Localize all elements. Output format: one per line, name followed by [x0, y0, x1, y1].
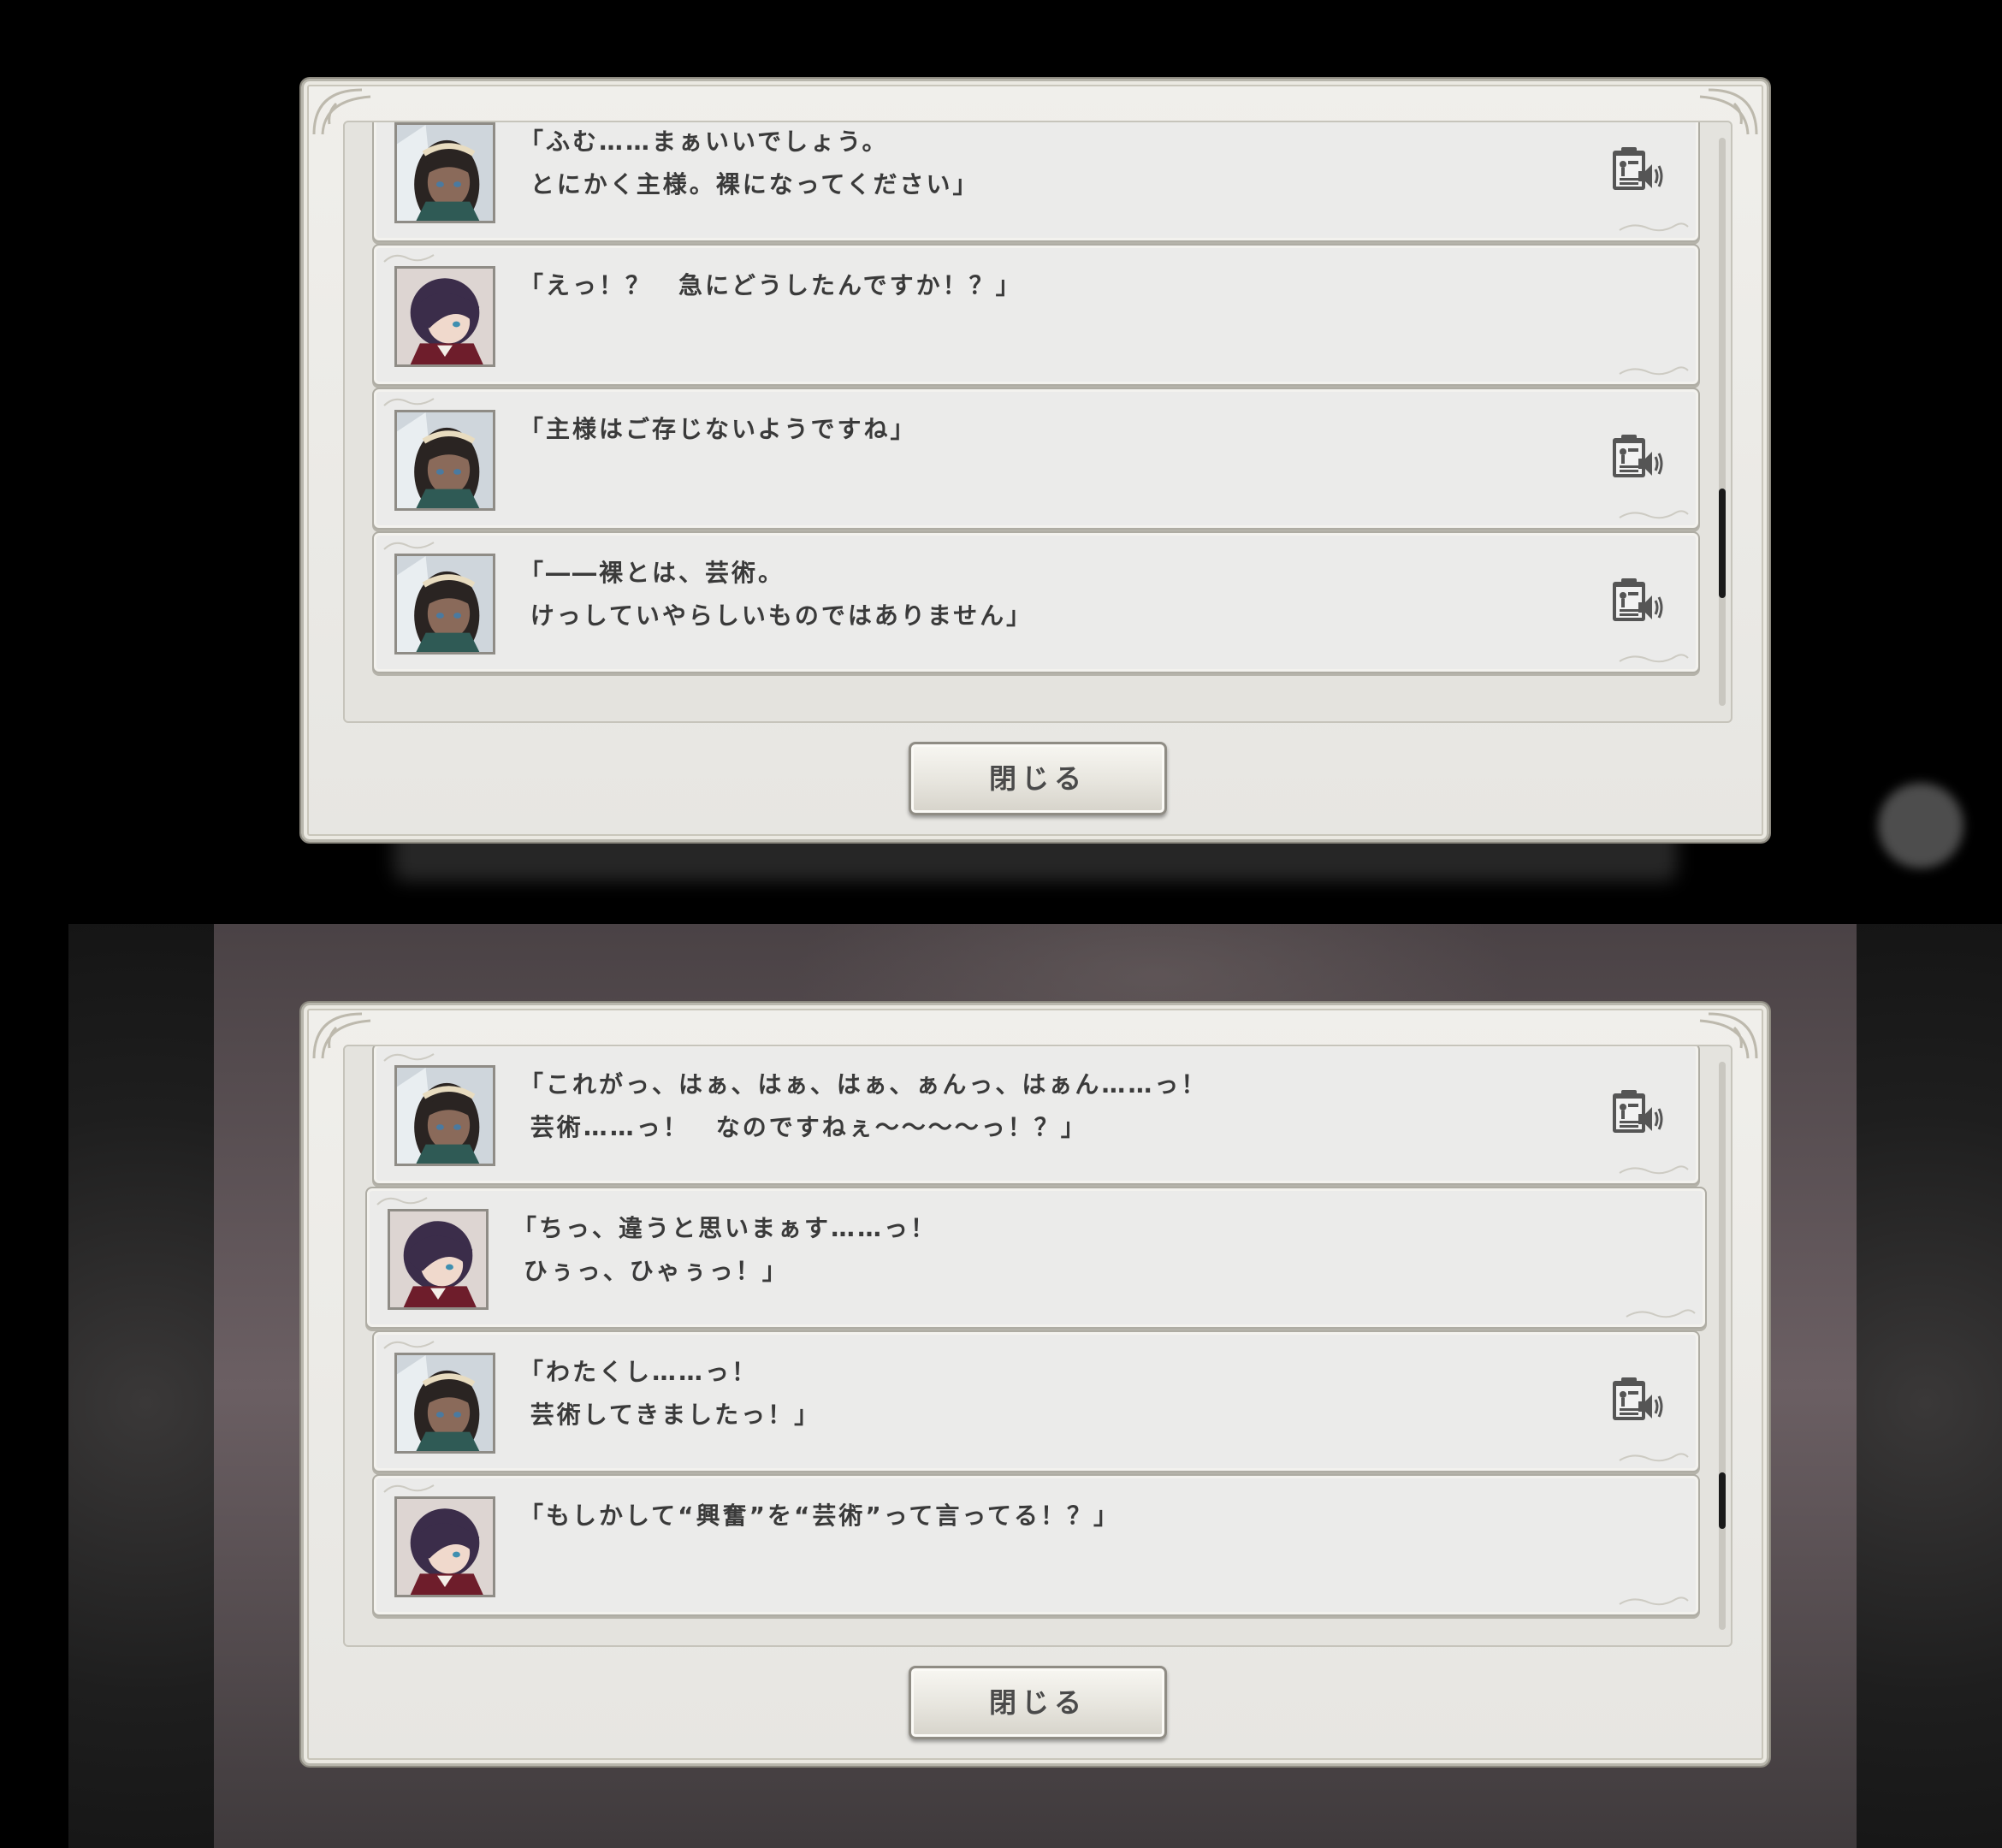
- scrollbar-thumb[interactable]: [1719, 489, 1726, 598]
- log-entry: 「――裸とは、芸術。 けっしていやらしいものではありません」: [372, 531, 1700, 673]
- log-entry: 「これがっ、はぁ、はぁ、はぁ、ぁんっ、はぁん……っ！ 芸術……っ！ なのですねぇ…: [372, 1046, 1700, 1185]
- log-entry: 「ちっ、違うと思いまぁす……っ！ ひぅっ、ひゃぅっ！」: [365, 1187, 1707, 1329]
- dark-hair-maid-portrait: [394, 554, 495, 654]
- scrollbar-thumb[interactable]: [1719, 1472, 1726, 1529]
- log-entry: 「わたくし……っ！ 芸術してきましたっ！」: [372, 1330, 1700, 1472]
- flourish-ornament-icon: [1618, 507, 1690, 521]
- dialogue-text: 「主様はご存じないようですね」: [519, 415, 917, 443]
- log-entry: 「ふむ……まぁいいでしょう。 とにかく主様。裸になってください」: [372, 122, 1700, 242]
- backlog-list[interactable]: 「ふむ……まぁいいでしょう。 とにかく主様。裸になってください」 「えっ！？ 急…: [343, 121, 1732, 723]
- dialogue-text: 「わたくし……っ！ 芸術してきましたっ！」: [519, 1358, 821, 1429]
- voice-replay-icon[interactable]: [1609, 577, 1664, 628]
- background-right-ornament: [1857, 924, 2002, 1848]
- voice-replay-icon[interactable]: [1609, 433, 1664, 484]
- background-left-ornament: [68, 924, 214, 1848]
- voice-replay-icon[interactable]: [1609, 1088, 1664, 1140]
- flourish-ornament-icon: [382, 1050, 442, 1062]
- purple-hair-master-portrait: [394, 1496, 495, 1597]
- flourish-ornament-icon: [382, 538, 442, 550]
- flourish-ornament-icon: [1618, 651, 1690, 665]
- scrollbar[interactable]: [1719, 1062, 1726, 1630]
- flourish-ornament-icon: [382, 251, 442, 263]
- flourish-ornament-icon: [376, 1194, 435, 1205]
- dark-hair-maid-portrait: [394, 410, 495, 511]
- dark-hair-maid-portrait: [394, 1353, 495, 1454]
- log-entry: 「もしかして“興奮”を“芸術”って言ってる！？」: [372, 1474, 1700, 1616]
- flourish-ornament-icon: [382, 394, 442, 406]
- purple-hair-master-portrait: [394, 266, 495, 367]
- flourish-ornament-icon: [1618, 1594, 1690, 1608]
- close-button[interactable]: 閉じる: [909, 1666, 1167, 1739]
- close-button[interactable]: 閉じる: [909, 742, 1167, 815]
- dialogue-text: 「ふむ……まぁいいでしょう。 とにかく主様。裸になってください」: [519, 127, 980, 198]
- dialogue-text: 「ちっ、違うと思いまぁす……っ！ ひぅっ、ひゃぅっ！」: [512, 1214, 938, 1285]
- voice-replay-icon[interactable]: [1609, 1376, 1664, 1427]
- backlog-dialog-1: 「ふむ……まぁいいでしょう。 とにかく主様。裸になってください」 「えっ！？ 急…: [301, 79, 1769, 842]
- flourish-ornament-icon: [382, 1481, 442, 1493]
- dialogue-text: 「えっ！？ 急にどうしたんですか！？」: [519, 271, 1022, 299]
- log-entry: 「えっ！？ 急にどうしたんですか！？」: [372, 244, 1700, 386]
- flourish-ornament-icon: [382, 1337, 442, 1349]
- flourish-ornament-icon: [1618, 220, 1690, 234]
- blurred-menu-icon: [1878, 783, 1964, 868]
- flourish-ornament-icon: [1618, 1163, 1690, 1176]
- flourish-ornament-icon: [1625, 1306, 1697, 1320]
- voice-replay-icon[interactable]: [1609, 145, 1664, 197]
- purple-hair-master-portrait: [388, 1209, 489, 1310]
- dark-hair-maid-portrait: [394, 1065, 495, 1166]
- backlog-list[interactable]: 「これがっ、はぁ、はぁ、はぁ、ぁんっ、はぁん……っ！ 芸術……っ！ なのですねぇ…: [343, 1045, 1732, 1647]
- dialogue-text: 「――裸とは、芸術。 けっしていやらしいものではありません」: [519, 559, 1034, 630]
- dialogue-text: 「もしかして“興奮”を“芸術”って言ってる！？」: [519, 1502, 1120, 1530]
- dialogue-text: 「これがっ、はぁ、はぁ、はぁ、ぁんっ、はぁん……っ！ 芸術……っ！ なのですねぇ…: [519, 1070, 1208, 1141]
- scrollbar[interactable]: [1719, 138, 1726, 706]
- log-entry: 「主様はご存じないようですね」: [372, 388, 1700, 530]
- flourish-ornament-icon: [1618, 1450, 1690, 1464]
- dark-hair-maid-portrait: [394, 122, 495, 223]
- flourish-ornament-icon: [1618, 364, 1690, 377]
- backlog-dialog-2: 「これがっ、はぁ、はぁ、はぁ、ぁんっ、はぁん……っ！ 芸術……っ！ なのですねぇ…: [301, 1003, 1769, 1766]
